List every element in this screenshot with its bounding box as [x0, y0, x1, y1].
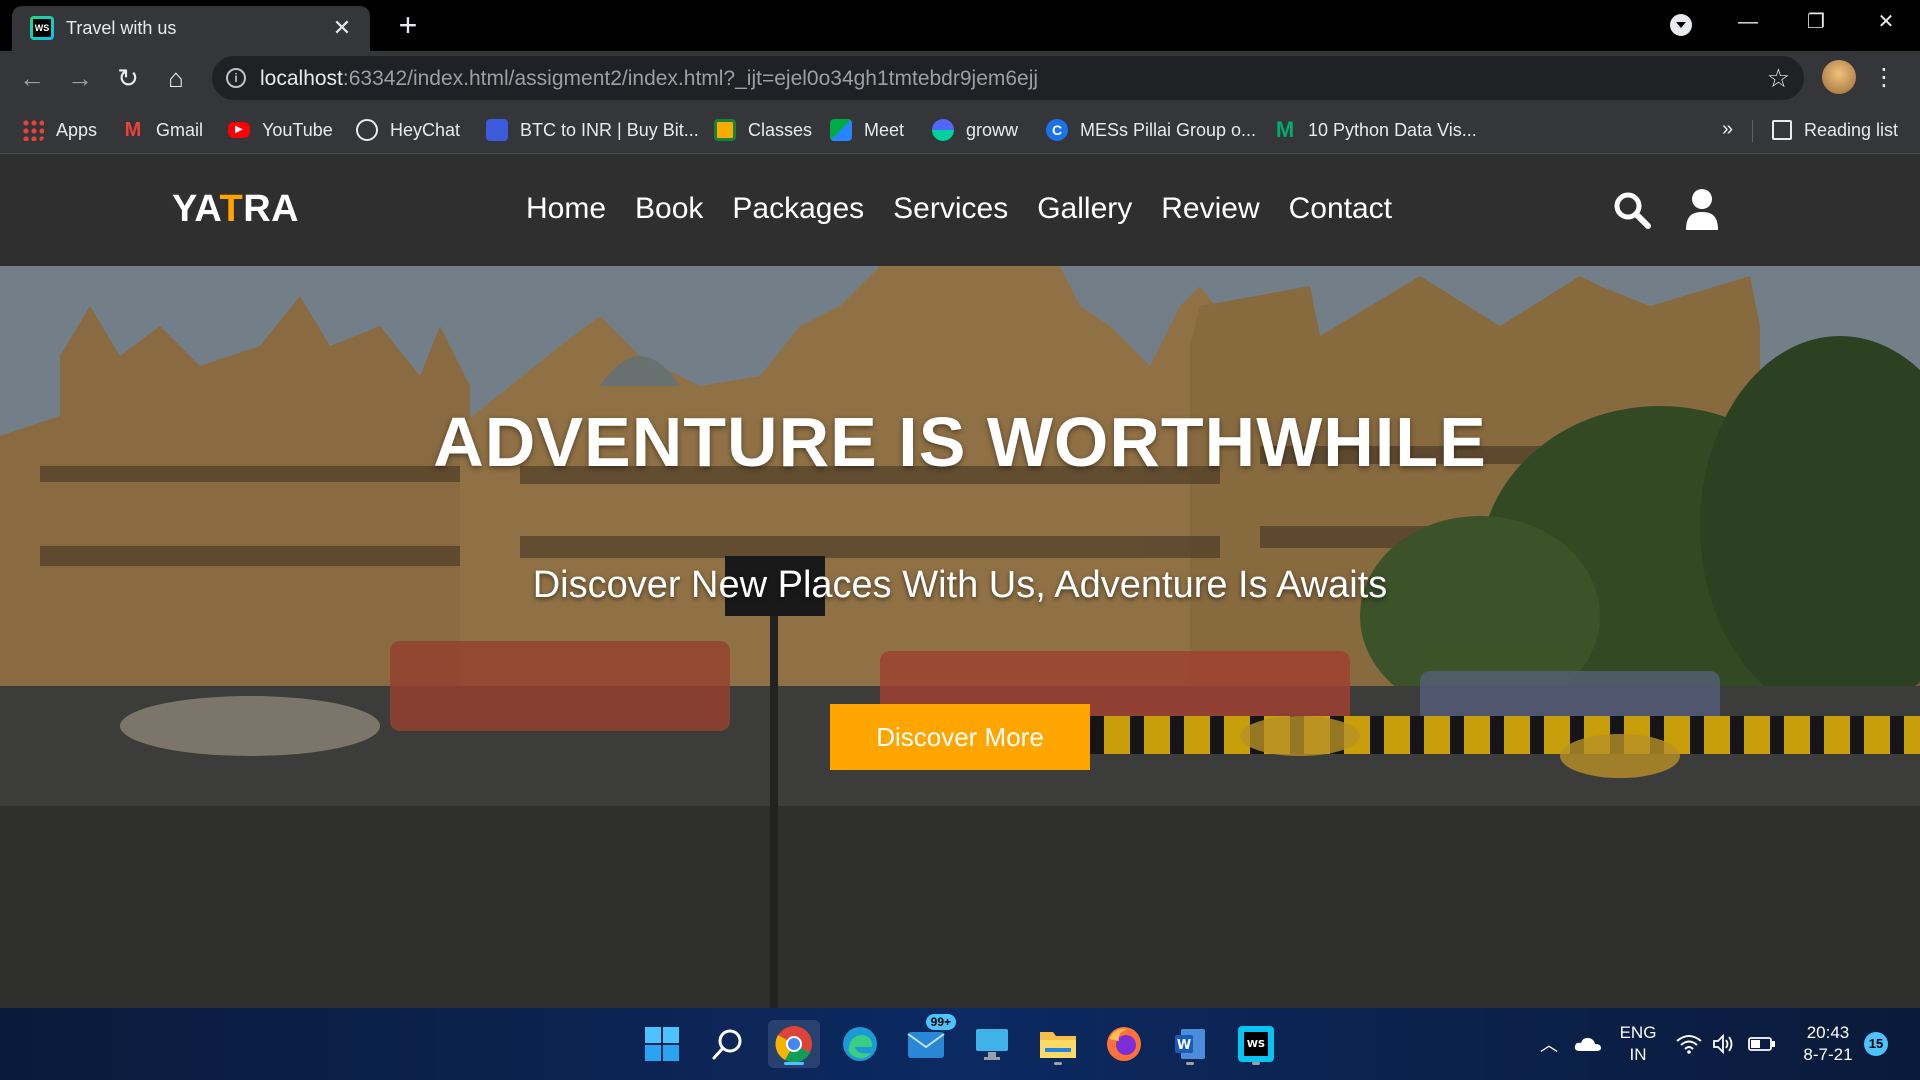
nav-services[interactable]: Services: [893, 192, 1008, 226]
close-tab-icon[interactable]: ✕: [328, 14, 356, 42]
bookmark-meet[interactable]: Meet: [830, 114, 904, 146]
browser-tab[interactable]: Travel with us ✕: [12, 6, 370, 51]
address-bar[interactable]: i localhost:63342/index.html/assigment2/…: [212, 56, 1804, 100]
notification-count-badge[interactable]: 15: [1864, 1032, 1888, 1056]
discover-more-button[interactable]: Discover More: [830, 704, 1090, 770]
new-tab-button[interactable]: +: [390, 8, 426, 44]
c-logo-icon: C: [1046, 119, 1068, 141]
windows-start-icon: [645, 1027, 679, 1061]
edge-icon: [843, 1027, 877, 1061]
browser-tab-strip: Travel with us ✕ + — ❐ ✕: [0, 0, 1920, 51]
bookmark-heychat[interactable]: HeyChat: [356, 114, 460, 146]
back-arrow-icon[interactable]: ←: [16, 63, 48, 95]
more-bookmarks-icon[interactable]: »: [1722, 118, 1733, 141]
globe-icon: [356, 119, 378, 141]
url-text[interactable]: localhost:63342/index.html/assigment2/in…: [260, 67, 1038, 91]
bookmark-python-vis[interactable]: M 10 Python Data Vis...: [1274, 114, 1477, 146]
gmail-icon: M: [124, 119, 142, 141]
browser-menu-icon[interactable]: ⋮: [1872, 63, 1896, 92]
bookmark-mes-pillai[interactable]: C MESs Pillai Group o...: [1046, 114, 1256, 146]
browser-toolbar: ← → ↻ ⌂ i localhost:63342/index.html/ass…: [0, 51, 1920, 106]
bookmark-star-icon[interactable]: ☆: [1767, 63, 1790, 94]
taskbar-webstorm[interactable]: WS: [1230, 1020, 1282, 1068]
classroom-icon: [714, 119, 736, 141]
nav-packages[interactable]: Packages: [732, 192, 864, 226]
nav-contact[interactable]: Contact: [1289, 192, 1392, 226]
hero-subtitle: Discover New Places With Us, Adventure I…: [532, 564, 1388, 606]
language-indicator[interactable]: ENG IN: [1616, 1022, 1660, 1066]
svg-text:W: W: [1177, 1038, 1191, 1053]
running-indicator: [1186, 1062, 1194, 1065]
bookmark-btc[interactable]: BTC to INR | Buy Bit...: [486, 114, 699, 146]
home-icon[interactable]: ⌂: [160, 63, 192, 95]
bookmark-classes[interactable]: Classes: [714, 114, 812, 146]
medium-icon: M: [1275, 117, 1295, 142]
battery-icon[interactable]: [1748, 1036, 1776, 1052]
apps-grid-icon: [22, 119, 44, 141]
hero-title: ADVENTURE IS WORTHWHILE: [433, 403, 1487, 481]
taskbar-word[interactable]: W: [1164, 1020, 1216, 1068]
hero-section: ADVENTURE IS WORTHWHILE Discover New Pla…: [0, 266, 1920, 1008]
main-nav: Home Book Packages Services Gallery Revi…: [526, 192, 1392, 226]
nav-gallery[interactable]: Gallery: [1037, 192, 1132, 226]
profile-avatar[interactable]: [1822, 60, 1856, 94]
volume-icon[interactable]: [1712, 1034, 1734, 1054]
taskbar-mail[interactable]: 99+: [900, 1014, 956, 1068]
reading-list-icon: [1772, 120, 1792, 140]
mail-unread-badge: 99+: [925, 1014, 956, 1030]
bookmark-gmail[interactable]: M Gmail: [122, 114, 203, 146]
bookmarks-bar: Apps M Gmail ▶ YouTube HeyChat BTC to IN…: [0, 106, 1920, 154]
chart-icon: [486, 119, 508, 141]
site-logo[interactable]: YATRA: [172, 188, 299, 231]
folder-icon: [1040, 1032, 1076, 1058]
taskbar-search-button[interactable]: [702, 1020, 754, 1068]
youtube-icon: ▶: [228, 122, 250, 138]
webstorm-favicon-icon: [30, 16, 54, 40]
bookmark-groww[interactable]: groww: [932, 114, 1018, 146]
minimize-button[interactable]: —: [1714, 0, 1782, 44]
firefox-icon: [1107, 1027, 1141, 1061]
monitor-icon: [976, 1029, 1008, 1060]
tab-title: Travel with us: [66, 18, 177, 38]
user-icon[interactable]: [1684, 188, 1720, 230]
bookmark-youtube[interactable]: ▶ YouTube: [228, 114, 333, 146]
search-icon[interactable]: [1612, 190, 1652, 230]
forward-arrow-icon[interactable]: →: [64, 63, 96, 95]
word-icon: W: [1175, 1029, 1205, 1059]
hero-overlay: [0, 266, 1920, 1008]
groww-icon: [932, 119, 954, 141]
start-button[interactable]: [636, 1020, 688, 1068]
reading-list-button[interactable]: Reading list: [1772, 114, 1898, 146]
running-indicator: [1252, 1062, 1260, 1065]
meet-icon: [830, 119, 852, 141]
taskbar-edge[interactable]: [834, 1020, 886, 1068]
nav-review[interactable]: Review: [1161, 192, 1259, 226]
system-clock[interactable]: 20:43 8-7-21: [1796, 1022, 1860, 1066]
reload-icon[interactable]: ↻: [112, 63, 144, 95]
taskbar-desktop[interactable]: [966, 1020, 1018, 1068]
mail-icon: [907, 1032, 945, 1058]
nav-home[interactable]: Home: [526, 192, 606, 226]
tray-overflow-icon[interactable]: ︿: [1540, 1008, 1558, 1080]
restore-button[interactable]: ❐: [1782, 0, 1850, 44]
site-info-icon[interactable]: i: [226, 68, 246, 88]
bookmark-divider: [1752, 120, 1753, 142]
taskbar-firefox[interactable]: [1098, 1020, 1150, 1068]
svg-text:WS: WS: [1247, 1039, 1265, 1050]
windows-taskbar: 99+ W WS ︿ ENG IN 20:43 8-7-21 15: [0, 1008, 1920, 1080]
site-header: YATRA Home Book Packages Services Galler…: [0, 154, 1920, 266]
bookmark-apps[interactable]: Apps: [22, 114, 97, 146]
taskbar-chrome[interactable]: [768, 1020, 820, 1068]
active-indicator: [784, 1062, 804, 1065]
running-indicator: [1054, 1062, 1062, 1065]
chrome-icon: [775, 1026, 812, 1063]
taskbar-search-icon: [712, 1029, 742, 1060]
nav-book[interactable]: Book: [635, 192, 703, 226]
onedrive-cloud-icon[interactable]: [1574, 1036, 1602, 1052]
wifi-icon[interactable]: [1676, 1034, 1702, 1054]
taskbar-file-explorer[interactable]: [1032, 1020, 1084, 1068]
tab-search-icon[interactable]: [1670, 14, 1692, 36]
webstorm-icon: WS: [1238, 1026, 1274, 1062]
close-window-button[interactable]: ✕: [1852, 0, 1920, 44]
